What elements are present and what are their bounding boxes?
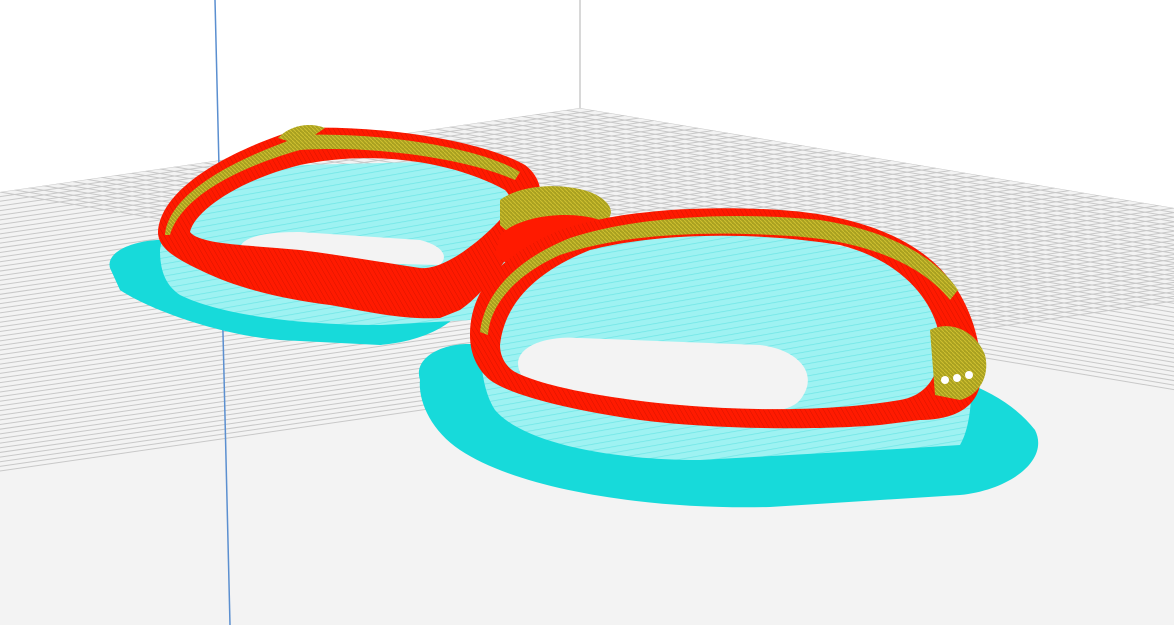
hinge-hole-3 bbox=[965, 371, 973, 379]
viewport-canvas[interactable] bbox=[0, 0, 1174, 625]
hinge-hole-1 bbox=[941, 376, 949, 384]
3d-viewport[interactable] bbox=[0, 0, 1174, 625]
hinge-hole-2 bbox=[953, 374, 961, 382]
